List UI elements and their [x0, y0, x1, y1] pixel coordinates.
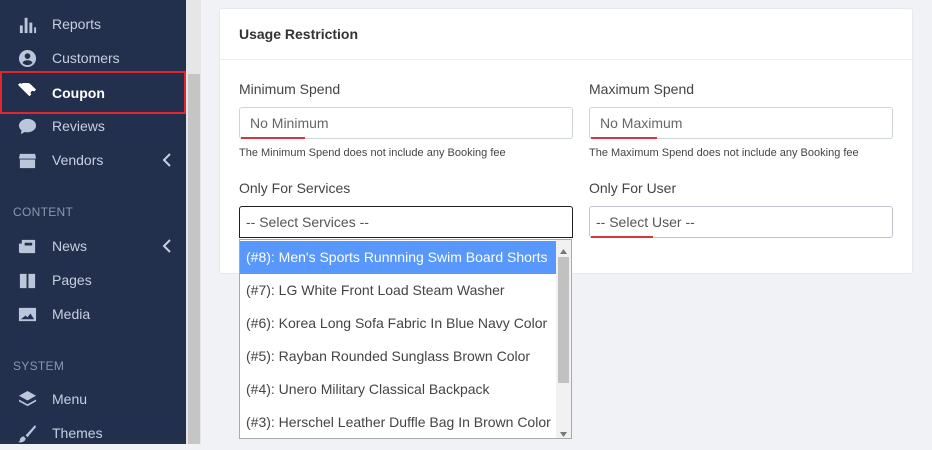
store-icon [17, 150, 37, 170]
services-select[interactable]: -- Select Services -- [239, 206, 573, 238]
sidebar-item-media[interactable]: Media [0, 297, 186, 331]
min-spend-input[interactable] [239, 107, 573, 139]
brush-icon [17, 423, 37, 443]
layers-icon [17, 389, 37, 409]
services-dropdown: (#8): Men's Sports Runnning Swim Board S… [239, 239, 572, 439]
comment-icon [17, 116, 37, 136]
bar-chart-icon [17, 14, 37, 34]
sidebar-item-label: Themes [52, 425, 103, 441]
min-spend-help: The Minimum Spend does not include any B… [239, 147, 506, 159]
dropdown-option[interactable]: (#6): Korea Long Sofa Fabric In Blue Nav… [240, 307, 556, 340]
sidebar-item-themes[interactable]: Themes [0, 416, 186, 450]
max-spend-label: Maximum Spend [589, 81, 695, 97]
ticket-icon [17, 83, 37, 103]
sidebar-item-customers[interactable]: Customers [0, 41, 186, 75]
newspaper-icon [17, 236, 37, 256]
sidebar-item-label: News [52, 238, 88, 254]
section-heading-system: SYSTEM [13, 359, 65, 373]
chevron-left-icon [162, 238, 172, 254]
sidebar-item-reviews[interactable]: Reviews [0, 109, 186, 143]
sidebar-item-label: Customers [52, 50, 120, 66]
dropdown-option[interactable]: (#3): Herschel Leather Duffle Bag In Bro… [240, 406, 556, 438]
sidebar-item-label: Media [52, 306, 91, 322]
dropdown-option[interactable]: (#8): Men's Sports Runnning Swim Board S… [240, 241, 556, 274]
user-circle-icon [17, 48, 37, 68]
spellcheck-underline [241, 137, 305, 139]
scroll-up-icon[interactable] [559, 243, 568, 254]
sidebar-item-news[interactable]: News [0, 229, 186, 263]
sidebar-item-label: Reports [52, 16, 102, 32]
sidebar-item-reports[interactable]: Reports [0, 7, 186, 41]
user-select[interactable]: -- Select User -- [589, 206, 893, 238]
sidebar-item-menu[interactable]: Menu [0, 382, 186, 416]
book-icon [17, 270, 37, 290]
page-scrollbar-thumb[interactable] [188, 74, 200, 444]
spellcheck-underline [591, 236, 653, 238]
dropdown-option[interactable]: (#7): LG White Front Load Steam Washer [240, 274, 556, 307]
sidebar-item-label: Menu [52, 391, 88, 407]
image-icon [17, 304, 37, 324]
dropdown-option[interactable]: (#4): Unero Military Classical Backpack [240, 373, 556, 406]
card-title: Usage Restriction [239, 26, 359, 42]
chevron-left-icon [162, 152, 172, 168]
sidebar-item-label: Vendors [52, 152, 104, 168]
divider [220, 59, 912, 60]
sidebar-item-label: Pages [52, 272, 92, 288]
scroll-down-icon[interactable] [559, 426, 568, 437]
max-spend-input[interactable] [589, 107, 893, 139]
max-spend-help: The Maximum Spend does not include any B… [589, 147, 859, 159]
sidebar-item-coupon[interactable]: Coupon [0, 71, 186, 114]
sidebar: Reports Customers Coupon Reviews Vendors… [0, 0, 186, 444]
sidebar-item-label: Reviews [52, 118, 105, 134]
sidebar-item-pages[interactable]: Pages [0, 263, 186, 297]
dropdown-scrollbar-thumb[interactable] [558, 257, 569, 383]
section-heading-content: CONTENT [13, 205, 74, 219]
dropdown-option[interactable]: (#5): Rayban Rounded Sunglass Brown Colo… [240, 340, 556, 373]
sidebar-item-label: Coupon [52, 84, 105, 101]
services-label: Only For Services [239, 180, 351, 196]
sidebar-item-vendors[interactable]: Vendors [0, 143, 186, 177]
user-label: Only For User [589, 180, 677, 196]
spellcheck-underline [591, 137, 657, 139]
min-spend-label: Minimum Spend [239, 81, 341, 97]
